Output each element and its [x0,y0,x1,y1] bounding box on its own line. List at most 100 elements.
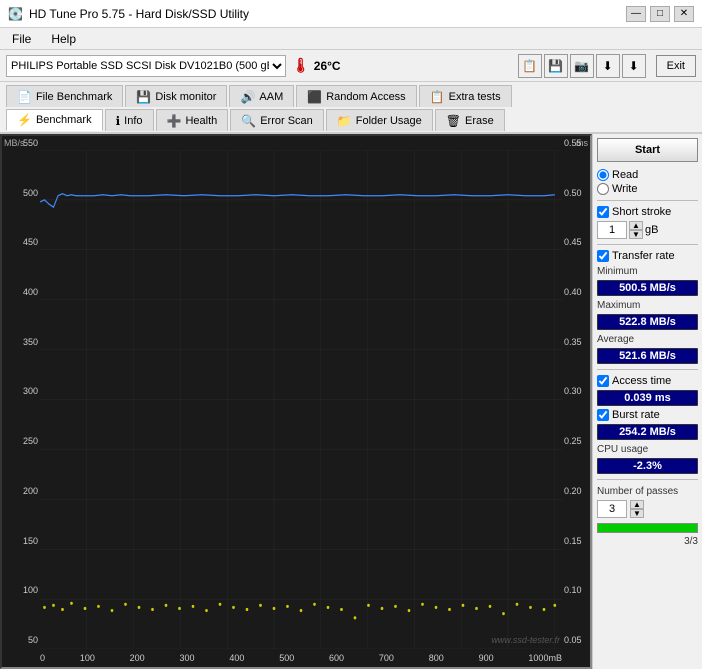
access-time-value: 0.039 ms [597,390,698,406]
chart-bottom-axis: 0 100 200 300 400 500 600 700 800 900 10… [40,649,562,667]
tab-benchmark-label: Benchmark [36,114,92,126]
burst-rate-checkbox[interactable] [597,409,609,421]
chart-area: MB/s ms 550 500 450 400 350 300 250 200 … [0,134,592,669]
drive-select[interactable]: PHILIPS Portable SSD SCSI Disk DV1021B0 … [6,55,286,77]
passes-input[interactable] [597,500,627,518]
stroke-input[interactable] [597,221,627,239]
toolbar-btn-2[interactable]: 💾 [544,54,568,78]
tab-folder-usage[interactable]: 📁 Folder Usage [326,109,433,131]
menu-help[interactable]: Help [47,31,80,47]
aam-icon: 🔊 [240,90,255,104]
write-radio[interactable] [597,183,609,195]
tab-folder-usage-label: Folder Usage [356,115,422,127]
burst-rate-label: Burst rate [612,409,660,421]
stroke-spinner-buttons: ▲ ▼ [629,221,643,239]
title-bar: 💽 HD Tune Pro 5.75 - Hard Disk/SSD Utili… [0,0,702,28]
drive-bar: PHILIPS Portable SSD SCSI Disk DV1021B0 … [0,50,702,82]
tab-aam[interactable]: 🔊 AAM [229,85,294,107]
read-radio-item[interactable]: Read [597,169,698,181]
menu-file[interactable]: File [8,31,35,47]
watermark: www.ssd-tester.fr [491,635,560,645]
short-stroke-label: Short stroke [612,206,671,218]
random-access-icon: ⬛ [307,90,322,104]
stroke-down-button[interactable]: ▼ [629,230,643,239]
tab-row-2: ⚡ Benchmark ℹ Info ➕ Health 🔍 Error Scan… [4,108,698,132]
write-radio-item[interactable]: Write [597,183,698,195]
toolbar-btn-4[interactable]: ⬇ [596,54,620,78]
toolbar-btn-3[interactable]: 📷 [570,54,594,78]
cpu-usage-label: CPU usage [597,444,698,455]
file-benchmark-icon: 📄 [17,90,32,104]
tab-erase-label: Erase [465,115,494,127]
temperature-display: 🌡 26°C [292,57,341,74]
info-icon: ℹ [116,114,121,128]
benchmark-icon: ⚡ [17,113,32,127]
tab-disk-monitor[interactable]: 💾 Disk monitor [125,85,227,107]
tab-info-label: Info [124,115,142,127]
folder-usage-icon: 📁 [337,114,352,128]
access-time-checkbox[interactable] [597,375,609,387]
passes-up-button[interactable]: ▲ [630,500,644,509]
tab-erase[interactable]: 🗑 Erase [435,109,505,131]
short-stroke-checkbox[interactable] [597,206,609,218]
maximize-button[interactable]: □ [650,6,670,22]
tab-disk-monitor-label: Disk monitor [155,91,216,103]
burst-rate-checkbox-item[interactable]: Burst rate [597,409,698,421]
average-label: Average [597,334,698,345]
short-stroke-checkbox-item[interactable]: Short stroke [597,206,698,218]
transfer-rate-checkbox-item[interactable]: Transfer rate [597,250,698,262]
minimum-label: Minimum [597,266,698,277]
start-button[interactable]: Start [597,138,698,162]
toolbar-btn-5[interactable]: ⬇ [622,54,646,78]
erase-icon: 🗑 [446,114,461,128]
transfer-rate-label: Transfer rate [612,250,675,262]
passes-row: ▲ ▼ [597,500,698,518]
divider-3 [597,369,698,370]
tab-aam-label: AAM [259,91,283,103]
stroke-spinner-row: ▲ ▼ gB [597,221,698,239]
thermometer-icon: 🌡 [292,57,310,74]
divider-4 [597,479,698,480]
minimize-button[interactable]: — [626,6,646,22]
progress-bar-inner [598,524,697,532]
exit-button[interactable]: Exit [656,55,696,77]
tab-health[interactable]: ➕ Health [156,109,229,131]
title-bar-text: 💽 HD Tune Pro 5.75 - Hard Disk/SSD Utili… [8,7,249,21]
divider-2 [597,244,698,245]
tab-random-access[interactable]: ⬛ Random Access [296,85,416,107]
toolbar-btn-1[interactable]: 📋 [518,54,542,78]
tab-file-benchmark-label: File Benchmark [36,91,112,103]
tab-extra-tests-label: Extra tests [449,91,501,103]
read-radio[interactable] [597,169,609,181]
tab-benchmark[interactable]: ⚡ Benchmark [6,109,103,131]
tab-file-benchmark[interactable]: 📄 File Benchmark [6,85,123,107]
tab-extra-tests[interactable]: 📋 Extra tests [419,85,512,107]
close-button[interactable]: ✕ [674,6,694,22]
access-time-checkbox-item[interactable]: Access time [597,375,698,387]
scatter-dots [43,602,556,620]
tab-error-scan[interactable]: 🔍 Error Scan [230,109,324,131]
temperature-value: 26°C [314,59,341,73]
stroke-unit: gB [645,224,658,236]
menu-bar: File Help [0,28,702,50]
window-title: HD Tune Pro 5.75 - Hard Disk/SSD Utility [29,7,249,21]
passes-down-button[interactable]: ▼ [630,509,644,518]
tab-info[interactable]: ℹ Info [105,109,154,131]
app-icon: 💽 [8,7,23,21]
disk-monitor-icon: 💾 [136,90,151,104]
right-panel: Start Read Write Short stroke ▲ ▼ gB [592,134,702,669]
extra-tests-icon: 📋 [430,90,445,104]
tab-error-scan-label: Error Scan [260,115,313,127]
drive-toolbar-icons: 📋 💾 📷 ⬇ ⬇ [518,54,646,78]
chart-left-axis: 550 500 450 400 350 300 250 200 150 100 … [2,136,40,647]
tab-health-label: Health [185,115,217,127]
cpu-usage-value: -2.3% [597,458,698,474]
progress-label: 3/3 [597,536,698,547]
tab-bar: 📄 File Benchmark 💾 Disk monitor 🔊 AAM ⬛ … [0,82,702,134]
transfer-rate-checkbox[interactable] [597,250,609,262]
stroke-up-button[interactable]: ▲ [629,221,643,230]
access-time-label: Access time [612,375,671,387]
read-write-group: Read Write [597,169,698,195]
passes-spinner-buttons: ▲ ▼ [630,500,644,518]
passes-label: Number of passes [597,486,698,497]
